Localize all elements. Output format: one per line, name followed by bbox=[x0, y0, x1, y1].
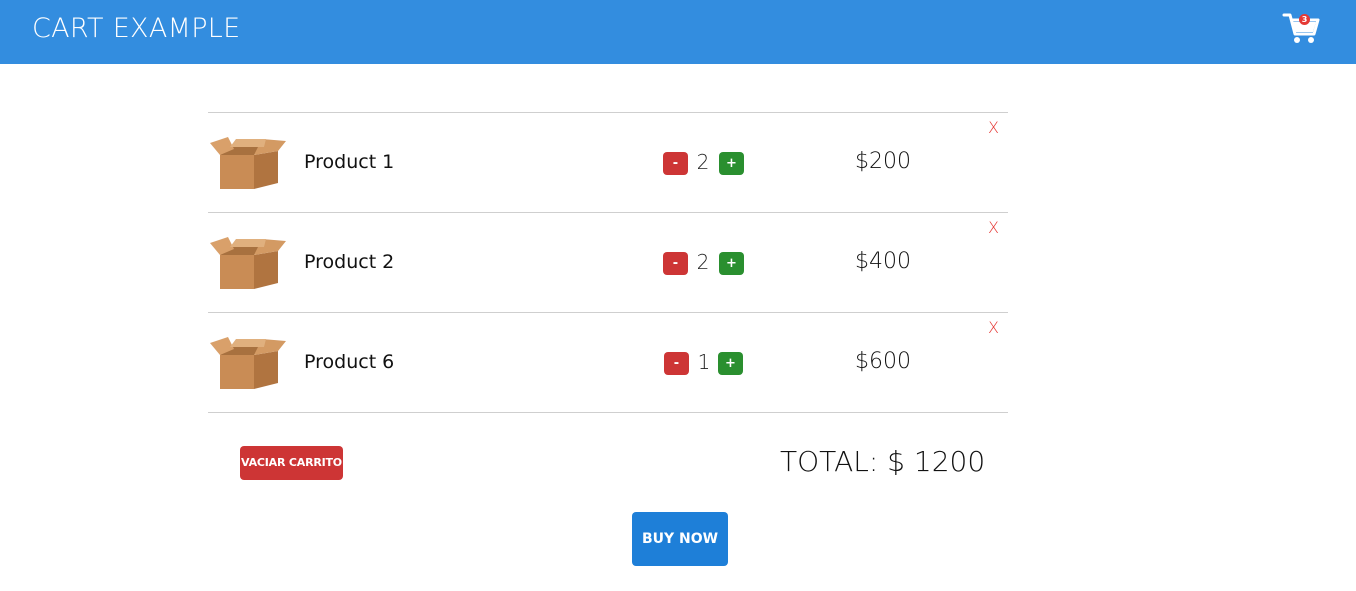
decrease-quantity-button[interactable]: - bbox=[664, 352, 689, 375]
cart-total: TOTAL: $ 1200 bbox=[780, 445, 986, 478]
remove-item-button[interactable]: X bbox=[988, 118, 999, 137]
buy-now-button[interactable]: BUY NOW bbox=[632, 512, 728, 566]
cart-row: Product 1 - 2 + $200 X bbox=[208, 113, 1008, 213]
product-name: Product 2 bbox=[304, 251, 395, 273]
increase-quantity-button[interactable]: + bbox=[719, 252, 744, 275]
product-box-image bbox=[210, 337, 286, 389]
quantity-value: 1 bbox=[697, 350, 711, 374]
navbar: CART EXAMPLE 3 bbox=[0, 0, 1356, 64]
product-name: Product 1 bbox=[304, 151, 395, 173]
quantity-value: 2 bbox=[696, 150, 710, 174]
empty-cart-button[interactable]: VACIAR CARRITO bbox=[240, 446, 343, 480]
increase-quantity-button[interactable]: + bbox=[718, 352, 743, 375]
item-price: $400 bbox=[855, 249, 911, 274]
cart-row: Product 2 - 2 + $400 X bbox=[208, 213, 1008, 313]
decrease-quantity-button[interactable]: - bbox=[663, 152, 688, 175]
product-name: Product 6 bbox=[304, 351, 395, 373]
quantity-value: 2 bbox=[696, 250, 710, 274]
decrease-quantity-button[interactable]: - bbox=[663, 252, 688, 275]
cart-row: Product 6 - 1 + $600 X bbox=[208, 313, 1008, 413]
cart-button[interactable]: 3 bbox=[1282, 10, 1322, 46]
cart-count-badge: 3 bbox=[1299, 14, 1310, 25]
increase-quantity-button[interactable]: + bbox=[719, 152, 744, 175]
app-title: CART EXAMPLE bbox=[32, 13, 241, 44]
cart-table: Product 1 - 2 + $200 X Product 2 - 2 + $… bbox=[208, 112, 1008, 413]
item-price: $600 bbox=[855, 349, 911, 374]
remove-item-button[interactable]: X bbox=[988, 318, 999, 337]
remove-item-button[interactable]: X bbox=[988, 218, 999, 237]
product-box-image bbox=[210, 137, 286, 189]
product-box-image bbox=[210, 237, 286, 289]
item-price: $200 bbox=[855, 149, 911, 174]
